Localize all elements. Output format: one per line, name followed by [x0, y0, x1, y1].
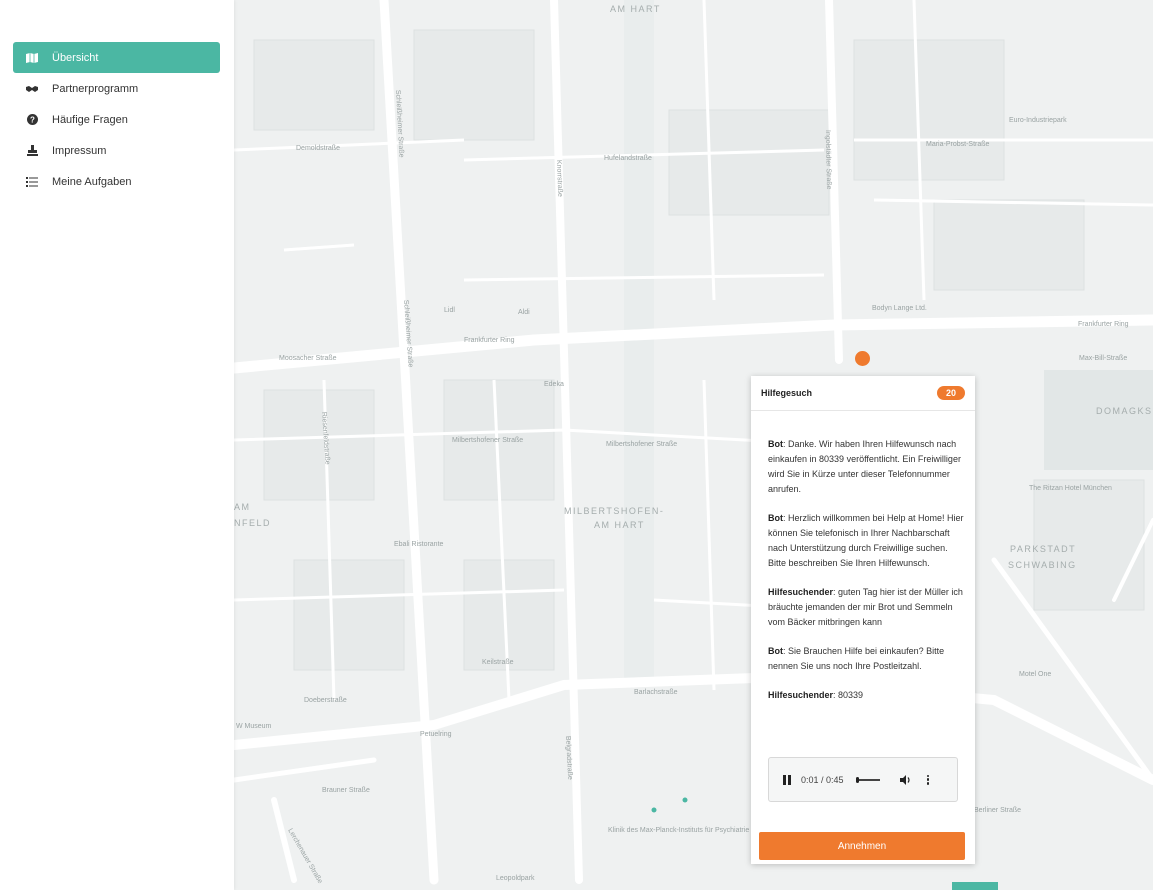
- svg-text:Edeka: Edeka: [544, 381, 564, 388]
- svg-text:Leopoldpark: Leopoldpark: [496, 875, 535, 882]
- svg-text:?: ?: [30, 115, 35, 124]
- svg-text:PARKSTADT: PARKSTADT: [1010, 544, 1076, 554]
- volume-icon[interactable]: [899, 774, 911, 785]
- svg-text:Brauner Straße: Brauner Straße: [322, 787, 370, 794]
- message-text: : Danke. Wir haben Ihren Hilfewunsch nac…: [768, 439, 961, 494]
- chat-message: Hilfesuchender: 80339: [768, 688, 964, 703]
- request-map-marker[interactable]: [855, 351, 870, 366]
- svg-text:The Ritzan Hotel München: The Ritzan Hotel München: [1029, 485, 1112, 492]
- sidebar-item-label: Partnerprogramm: [52, 82, 139, 95]
- accept-button[interactable]: Annehmen: [759, 832, 965, 860]
- svg-text:Aldi: Aldi: [518, 309, 530, 316]
- svg-text:Lidl: Lidl: [444, 307, 455, 314]
- popup-title: Hilfegesuch: [761, 388, 813, 398]
- svg-text:Frankfurter Ring: Frankfurter Ring: [1078, 321, 1129, 328]
- message-text: : Sie Brauchen Hilfe bei einkaufen? Bitt…: [768, 646, 945, 671]
- sidebar-item-uebersicht[interactable]: Übersicht: [13, 42, 220, 73]
- message-speaker: Hilfesuchender: [768, 587, 834, 597]
- message-text: : 80339: [833, 690, 864, 700]
- map-canvas: Demoldstraße Schleißheimer Straße Knorrs…: [234, 0, 1153, 890]
- svg-text:Frankfurter Ring: Frankfurter Ring: [464, 337, 515, 344]
- svg-text:W Museum: W Museum: [236, 723, 272, 730]
- svg-text:Hufelandstraße: Hufelandstraße: [604, 155, 652, 162]
- sidebar-item-label: Übersicht: [52, 51, 99, 64]
- map-icon: [25, 51, 39, 65]
- svg-text:Ebali Ristorante: Ebali Ristorante: [394, 541, 444, 548]
- svg-text:Barlachstraße: Barlachstraße: [634, 689, 678, 696]
- sidebar-item-impressum[interactable]: Impressum: [13, 135, 220, 166]
- chat-message: Bot: Sie Brauchen Hilfe bei einkaufen? B…: [768, 644, 964, 674]
- sidebar-nav: Übersicht Partnerprogramm ? Häufige Frag…: [13, 42, 220, 197]
- svg-text:DOMAGKS: DOMAGKS: [1096, 406, 1153, 416]
- audio-player: 0:01 / 0:45: [768, 757, 958, 802]
- audio-progress-track[interactable]: [855, 776, 880, 783]
- request-count-badge: 20: [936, 386, 965, 400]
- sidebar-item-partnerprogramm[interactable]: Partnerprogramm: [13, 73, 220, 104]
- more-options-icon[interactable]: [926, 774, 930, 785]
- chat-message: Bot: Danke. Wir haben Ihren Hilfewunsch …: [768, 437, 964, 497]
- sidebar-item-label: Häufige Fragen: [52, 113, 128, 126]
- svg-text:AM HART: AM HART: [594, 520, 645, 530]
- svg-text:Belgradstraße: Belgradstraße: [564, 736, 573, 780]
- svg-text:Maria-Probst-Straße: Maria-Probst-Straße: [926, 141, 990, 148]
- popup-header: Hilfegesuch 20: [751, 376, 975, 411]
- svg-text:Knorrstraße: Knorrstraße: [555, 160, 563, 197]
- svg-text:Klinik des Max-Planck-Institut: Klinik des Max-Planck-Instituts für Psyc…: [608, 827, 749, 834]
- svg-text:Doeberstraße: Doeberstraße: [304, 697, 347, 704]
- svg-text:SCHWABING: SCHWABING: [1008, 560, 1077, 570]
- svg-text:Petuelring: Petuelring: [420, 731, 452, 738]
- message-speaker: Bot: [768, 439, 783, 449]
- svg-text:MILBERTSHOFEN-: MILBERTSHOFEN-: [564, 506, 664, 516]
- chat-message: Bot: Herzlich willkommen bei Help at Hom…: [768, 511, 964, 571]
- help-request-popup: Hilfegesuch 20 Bot: Danke. Wir haben Ihr…: [751, 376, 975, 864]
- message-speaker: Hilfesuchender: [768, 690, 834, 700]
- sidebar-item-label: Impressum: [52, 144, 107, 157]
- sidebar-item-haeufige-fragen[interactable]: ? Häufige Fragen: [13, 104, 220, 135]
- svg-text:Motel One: Motel One: [1019, 671, 1051, 678]
- stamp-icon: [25, 144, 39, 158]
- svg-text:Berliner Straße: Berliner Straße: [974, 807, 1021, 814]
- task-list-icon: [25, 175, 39, 189]
- message-speaker: Bot: [768, 513, 783, 523]
- svg-text:Keilstraße: Keilstraße: [482, 659, 514, 666]
- svg-text:AM: AM: [234, 502, 251, 512]
- sidebar: Übersicht Partnerprogramm ? Häufige Frag…: [0, 0, 234, 890]
- svg-text:Moosacher Straße: Moosacher Straße: [279, 355, 337, 362]
- pause-icon[interactable]: [783, 774, 791, 785]
- svg-text:Euro-Industriepark: Euro-Industriepark: [1009, 117, 1067, 124]
- sidebar-item-meine-aufgaben[interactable]: Meine Aufgaben: [13, 166, 220, 197]
- svg-text:Milbertshofener Straße: Milbertshofener Straße: [606, 441, 677, 448]
- map-view[interactable]: Demoldstraße Schleißheimer Straße Knorrs…: [234, 0, 1153, 890]
- chat-message: Hilfesuchender: guten Tag hier ist der M…: [768, 585, 964, 630]
- svg-text:Bodyn Lange Ltd.: Bodyn Lange Ltd.: [872, 305, 927, 312]
- svg-text:Max-Bill-Straße: Max-Bill-Straße: [1079, 355, 1127, 362]
- svg-text:Ingolstädter Straße: Ingolstädter Straße: [824, 130, 832, 190]
- message-speaker: Bot: [768, 646, 783, 656]
- svg-text:Milbertshofener Straße: Milbertshofener Straße: [452, 437, 523, 444]
- audio-time: 0:01 / 0:45: [801, 774, 844, 785]
- sidebar-item-label: Meine Aufgaben: [52, 175, 132, 188]
- message-text: : Herzlich willkommen bei Help at Home! …: [768, 513, 964, 568]
- handshake-icon: [25, 82, 39, 96]
- audio-progress-fill: [856, 776, 860, 783]
- question-circle-icon: ?: [25, 113, 39, 127]
- svg-text:AM HART: AM HART: [610, 4, 661, 14]
- chat-transcript: Bot: Danke. Wir haben Ihren Hilfewunsch …: [768, 437, 964, 717]
- svg-text:Demoldstraße: Demoldstraße: [296, 145, 340, 152]
- svg-text:NFELD: NFELD: [234, 518, 271, 528]
